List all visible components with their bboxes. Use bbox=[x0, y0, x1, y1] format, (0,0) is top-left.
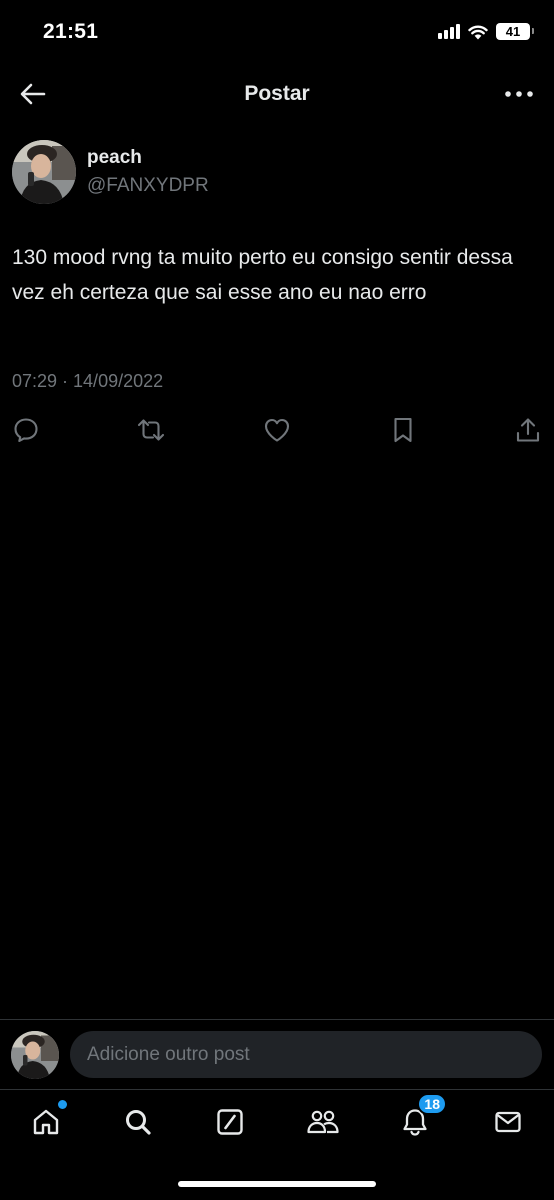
status-time: 21:51 bbox=[43, 20, 99, 43]
tab-search[interactable] bbox=[120, 1104, 156, 1140]
author-display-name[interactable]: peach bbox=[87, 147, 142, 169]
share-button[interactable] bbox=[512, 414, 544, 446]
reply-input[interactable] bbox=[70, 1031, 542, 1078]
bookmark-icon bbox=[394, 417, 412, 443]
status-bar: 21:51 41 bbox=[0, 0, 554, 66]
tab-communities[interactable] bbox=[305, 1104, 341, 1140]
tab-notifications[interactable]: 18 bbox=[397, 1093, 447, 1140]
post-text: 130 mood rvng ta muito perto eu consigo … bbox=[12, 246, 513, 304]
notification-count-badge: 18 bbox=[417, 1093, 447, 1115]
heart-icon bbox=[264, 418, 290, 442]
mail-icon bbox=[495, 1111, 521, 1133]
repost-button[interactable] bbox=[135, 414, 167, 446]
author-handle[interactable]: @FANXYDPR bbox=[87, 175, 209, 197]
cellular-signal-icon bbox=[438, 24, 460, 39]
tab-grok[interactable] bbox=[212, 1104, 248, 1140]
more-icon bbox=[505, 91, 533, 97]
home-indicator[interactable] bbox=[178, 1181, 376, 1187]
tab-messages[interactable] bbox=[490, 1104, 526, 1140]
home-icon bbox=[33, 1109, 59, 1135]
post-header: Postar bbox=[0, 66, 554, 122]
repost-icon bbox=[137, 419, 165, 441]
more-options-button[interactable] bbox=[502, 80, 536, 108]
grok-icon bbox=[217, 1109, 243, 1135]
post-timestamp[interactable]: 07:29 · 14/09/2022 bbox=[12, 371, 163, 392]
home-notification-dot bbox=[58, 1100, 67, 1109]
reply-button[interactable] bbox=[10, 414, 42, 446]
like-button[interactable] bbox=[261, 414, 293, 446]
tab-home[interactable] bbox=[28, 1100, 67, 1140]
post-actions bbox=[0, 414, 554, 448]
communities-icon bbox=[307, 1110, 339, 1134]
wifi-icon bbox=[468, 25, 488, 39]
battery-icon: 41 bbox=[496, 23, 534, 40]
author-avatar[interactable] bbox=[12, 140, 76, 204]
bookmark-button[interactable] bbox=[387, 414, 419, 446]
search-icon bbox=[126, 1110, 151, 1135]
battery-level: 41 bbox=[505, 24, 521, 39]
reply-composer bbox=[0, 1019, 554, 1089]
status-icons: 41 bbox=[438, 23, 534, 40]
user-avatar[interactable] bbox=[11, 1031, 59, 1079]
share-icon bbox=[516, 418, 540, 442]
reply-icon bbox=[14, 418, 38, 443]
page-title: Postar bbox=[244, 82, 310, 105]
